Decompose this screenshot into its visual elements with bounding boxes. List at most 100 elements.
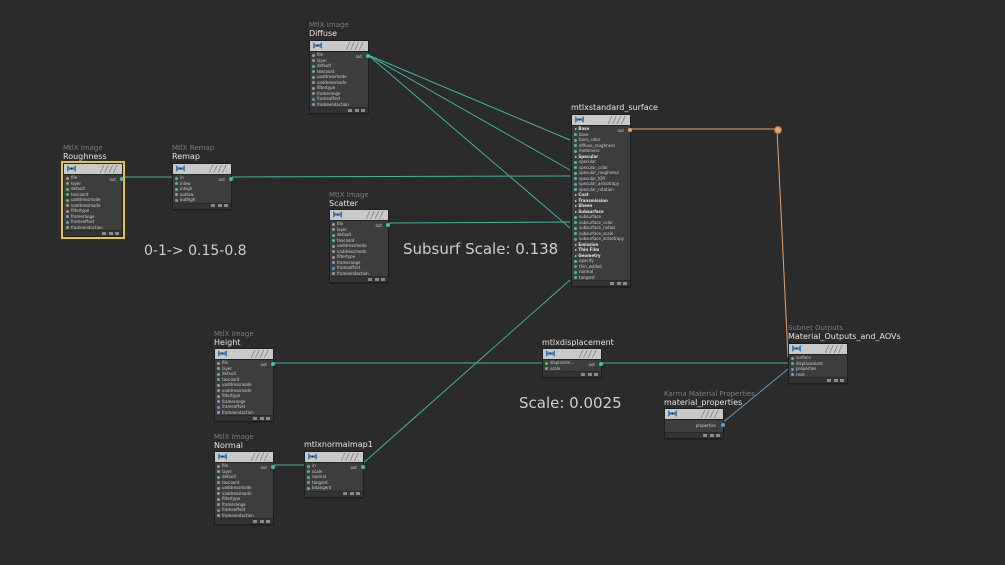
node-footer-toggle[interactable] xyxy=(348,108,352,112)
output-connector[interactable] xyxy=(628,128,632,132)
input-connector[interactable] xyxy=(217,405,220,409)
node-footer-toggle[interactable] xyxy=(381,277,385,281)
input-connector[interactable] xyxy=(66,209,69,213)
node-footer-toggle[interactable] xyxy=(617,281,621,285)
node-standard-surface[interactable]: ▸ Base base base_color diffuse_roughness met… xyxy=(571,114,632,287)
node-name-height[interactable]: Height xyxy=(214,338,240,347)
input-connector[interactable] xyxy=(175,198,178,202)
input-connector[interactable] xyxy=(217,372,220,376)
sticky-note-subsurf-scale[interactable]: Subsurf Scale: 0.138 xyxy=(403,240,558,258)
node-footer-toggle[interactable] xyxy=(581,372,585,376)
input-connector[interactable] xyxy=(66,215,69,218)
node-footer-toggle[interactable] xyxy=(102,231,106,235)
input-connector[interactable] xyxy=(332,266,335,270)
node-footer-toggle[interactable] xyxy=(834,378,838,382)
input-connector[interactable] xyxy=(574,265,577,268)
input-connector[interactable] xyxy=(312,81,315,84)
input-connector[interactable] xyxy=(574,188,577,191)
input-connector[interactable] xyxy=(545,361,548,365)
node-name-diffuse[interactable]: Diffuse xyxy=(309,29,337,38)
input-connector[interactable] xyxy=(332,233,335,237)
node-footer-toggle[interactable] xyxy=(109,231,113,235)
input-connector[interactable] xyxy=(175,176,178,180)
node-footer-toggle[interactable] xyxy=(594,372,598,376)
input-connector[interactable] xyxy=(574,259,577,263)
node-normalmap[interactable]: in scale normal tangent bitangent out xyxy=(304,451,365,498)
input-connector[interactable] xyxy=(332,261,335,264)
input-connector[interactable] xyxy=(574,270,577,274)
node-footer-toggle[interactable] xyxy=(588,372,592,376)
node-displacement[interactable]: displacem... scale out xyxy=(542,348,603,378)
input-connector[interactable] xyxy=(332,228,335,231)
input-connector[interactable] xyxy=(217,481,220,484)
node-name-remap[interactable]: Remap xyxy=(172,152,200,161)
input-connector[interactable] xyxy=(217,389,220,392)
node-header[interactable] xyxy=(310,41,368,52)
node-material-properties[interactable]: properties xyxy=(664,408,725,439)
output-connector[interactable] xyxy=(229,177,233,181)
input-connector[interactable] xyxy=(217,361,220,365)
node-footer-toggle[interactable] xyxy=(716,433,720,437)
node-name-scatter[interactable]: Scatter xyxy=(329,199,358,208)
input-connector[interactable] xyxy=(217,514,220,517)
node-name-standard-surface[interactable]: mtlxstandard_surface xyxy=(571,103,658,112)
node-header[interactable] xyxy=(305,452,363,463)
input-connector[interactable] xyxy=(545,367,548,370)
input-connector[interactable] xyxy=(574,160,577,164)
node-footer-toggle[interactable] xyxy=(840,378,844,382)
node-name-displacement[interactable]: mtlxdisplacement xyxy=(542,338,614,347)
input-connector[interactable] xyxy=(574,133,577,136)
node-footer-toggle[interactable] xyxy=(218,204,222,207)
node-normal[interactable]: file layer default texcoord uaddressmode vadd… xyxy=(214,451,275,525)
node-scatter[interactable]: file layer default texcoord uaddressmode vadd… xyxy=(329,209,390,283)
input-connector[interactable] xyxy=(332,250,335,253)
node-footer-toggle[interactable] xyxy=(356,492,360,495)
output-connector[interactable] xyxy=(386,223,390,227)
node-footer-toggle[interactable] xyxy=(266,519,270,523)
node-footer-toggle[interactable] xyxy=(224,204,228,207)
input-connector[interactable] xyxy=(307,475,310,479)
input-connector[interactable] xyxy=(574,177,577,180)
input-connector[interactable] xyxy=(791,362,794,365)
input-connector[interactable] xyxy=(217,503,220,506)
output-connector[interactable] xyxy=(599,362,603,366)
node-header[interactable] xyxy=(215,452,273,463)
wire-elbow-dot[interactable] xyxy=(774,126,782,134)
node-footer-toggle[interactable] xyxy=(703,433,707,437)
node-header[interactable] xyxy=(330,210,388,221)
input-connector[interactable] xyxy=(332,239,335,242)
node-roughness[interactable]: file layer default texcoord uaddressmode vadd… xyxy=(61,161,125,239)
input-connector[interactable] xyxy=(66,182,69,185)
node-footer-toggle[interactable] xyxy=(361,108,365,112)
node-footer-toggle[interactable] xyxy=(368,277,372,281)
input-connector[interactable] xyxy=(217,367,220,370)
input-connector[interactable] xyxy=(574,276,577,279)
input-connector[interactable] xyxy=(217,400,220,403)
input-connector[interactable] xyxy=(312,59,315,62)
input-connector[interactable] xyxy=(217,486,220,490)
input-connector[interactable] xyxy=(312,64,315,68)
input-connector[interactable] xyxy=(312,86,315,90)
node-material-outputs[interactable]: surface displacement properties next xyxy=(788,343,848,384)
input-connector[interactable] xyxy=(217,378,220,381)
input-connector[interactable] xyxy=(217,464,220,468)
node-footer-toggle[interactable] xyxy=(375,277,379,281)
node-footer-toggle[interactable] xyxy=(350,492,354,495)
sticky-note-displacement-scale[interactable]: Scale: 0.0025 xyxy=(519,394,622,412)
node-header[interactable] xyxy=(543,349,601,360)
node-name-normalmap[interactable]: mtlxnormalmap1 xyxy=(304,440,373,449)
output-connector[interactable] xyxy=(721,423,725,427)
node-footer-toggle[interactable] xyxy=(211,204,215,207)
node-footer-toggle[interactable] xyxy=(827,378,831,382)
input-connector[interactable] xyxy=(574,182,577,186)
input-connector[interactable] xyxy=(217,394,220,398)
node-height[interactable]: file layer default texcoord uaddressmode vadd… xyxy=(214,348,275,422)
node-header[interactable] xyxy=(789,344,847,355)
node-footer-toggle[interactable] xyxy=(710,433,714,437)
input-connector[interactable] xyxy=(66,193,69,196)
input-connector[interactable] xyxy=(574,144,577,147)
input-connector[interactable] xyxy=(332,272,335,275)
input-connector[interactable] xyxy=(574,232,577,235)
node-footer-toggle[interactable] xyxy=(343,492,347,495)
input-connector[interactable] xyxy=(217,470,220,473)
